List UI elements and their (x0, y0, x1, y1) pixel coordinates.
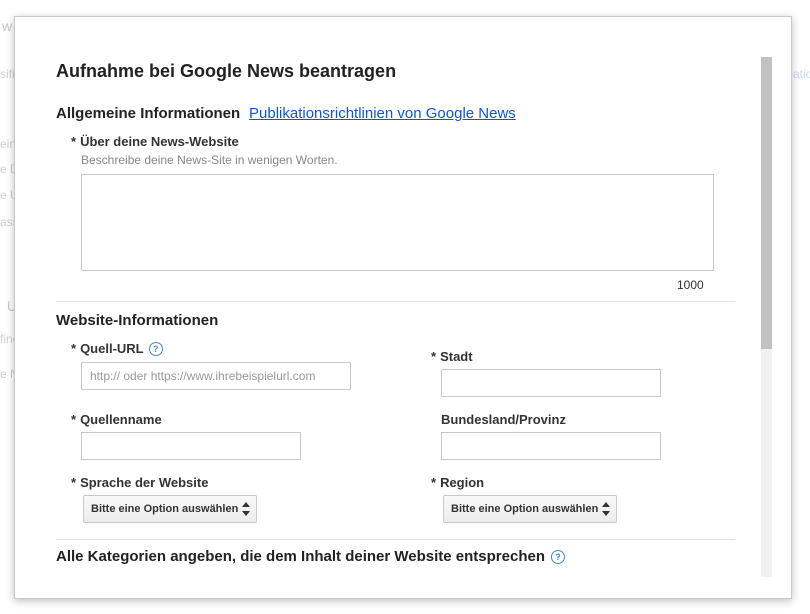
site-language-label: * Sprache der Website (71, 475, 208, 490)
source-name-label: * Quellenname (71, 412, 162, 427)
source-name-label-text: Quellenname (80, 412, 162, 427)
general-info-heading: Allgemeine Informationen (56, 105, 241, 122)
required-marker: * (71, 412, 77, 427)
about-website-hint: Beschreibe deine News-Site in wenigen Wo… (81, 153, 338, 167)
region-label: * Region (431, 475, 484, 490)
about-website-label-text: Über deine News-Website (80, 134, 239, 149)
required-marker: * (431, 349, 437, 364)
scrollbar-thumb[interactable] (761, 57, 772, 349)
state-province-label: Bundesland/Provinz (441, 412, 566, 427)
state-province-input[interactable] (441, 432, 661, 460)
source-url-input[interactable] (81, 362, 351, 390)
publication-guidelines-link[interactable]: Publikationsrichtlinien von Google News (249, 105, 516, 122)
background-text: sifi (0, 67, 15, 81)
about-website-textarea[interactable] (81, 174, 714, 271)
section-divider (56, 301, 735, 302)
required-marker: * (71, 134, 77, 149)
region-select-value: Bitte eine Option auswählen (451, 503, 599, 515)
section-divider (56, 539, 735, 540)
select-arrows-icon (242, 502, 250, 516)
google-news-dialog: Aufnahme bei Google News beantragen Allg… (14, 16, 792, 599)
city-input[interactable] (441, 369, 661, 397)
source-url-label: * Quell-URL? (71, 341, 163, 356)
site-language-select[interactable]: Bitte eine Option auswählen (83, 495, 257, 523)
background-text: w (2, 18, 13, 34)
website-info-heading: Website-Informationen (56, 312, 219, 329)
source-name-input[interactable] (81, 432, 301, 460)
categories-heading: Alle Kategorien angeben, die dem Inhalt … (56, 548, 566, 565)
city-label-text: Stadt (440, 349, 473, 364)
site-language-select-value: Bitte eine Option auswählen (91, 503, 239, 515)
required-marker: * (71, 475, 77, 490)
character-counter: 1000 (677, 278, 704, 292)
region-label-text: Region (440, 475, 485, 490)
select-arrows-icon (602, 502, 610, 516)
categories-heading-text: Alle Kategorien angeben, die dem Inhalt … (56, 548, 546, 565)
about-website-label: * Über deine News-Website (71, 134, 239, 149)
city-label: * Stadt (431, 349, 473, 364)
site-language-label-text: Sprache der Website (80, 475, 209, 490)
region-select[interactable]: Bitte eine Option auswählen (443, 495, 617, 523)
required-marker: * (71, 341, 77, 356)
help-icon[interactable]: ? (148, 342, 163, 356)
required-marker: * (431, 475, 437, 490)
source-url-label-text: Quell-URL (80, 341, 144, 356)
help-icon[interactable]: ? (551, 550, 566, 564)
dialog-title: Aufnahme bei Google News beantragen (56, 61, 397, 81)
background-text: ation (793, 67, 810, 81)
